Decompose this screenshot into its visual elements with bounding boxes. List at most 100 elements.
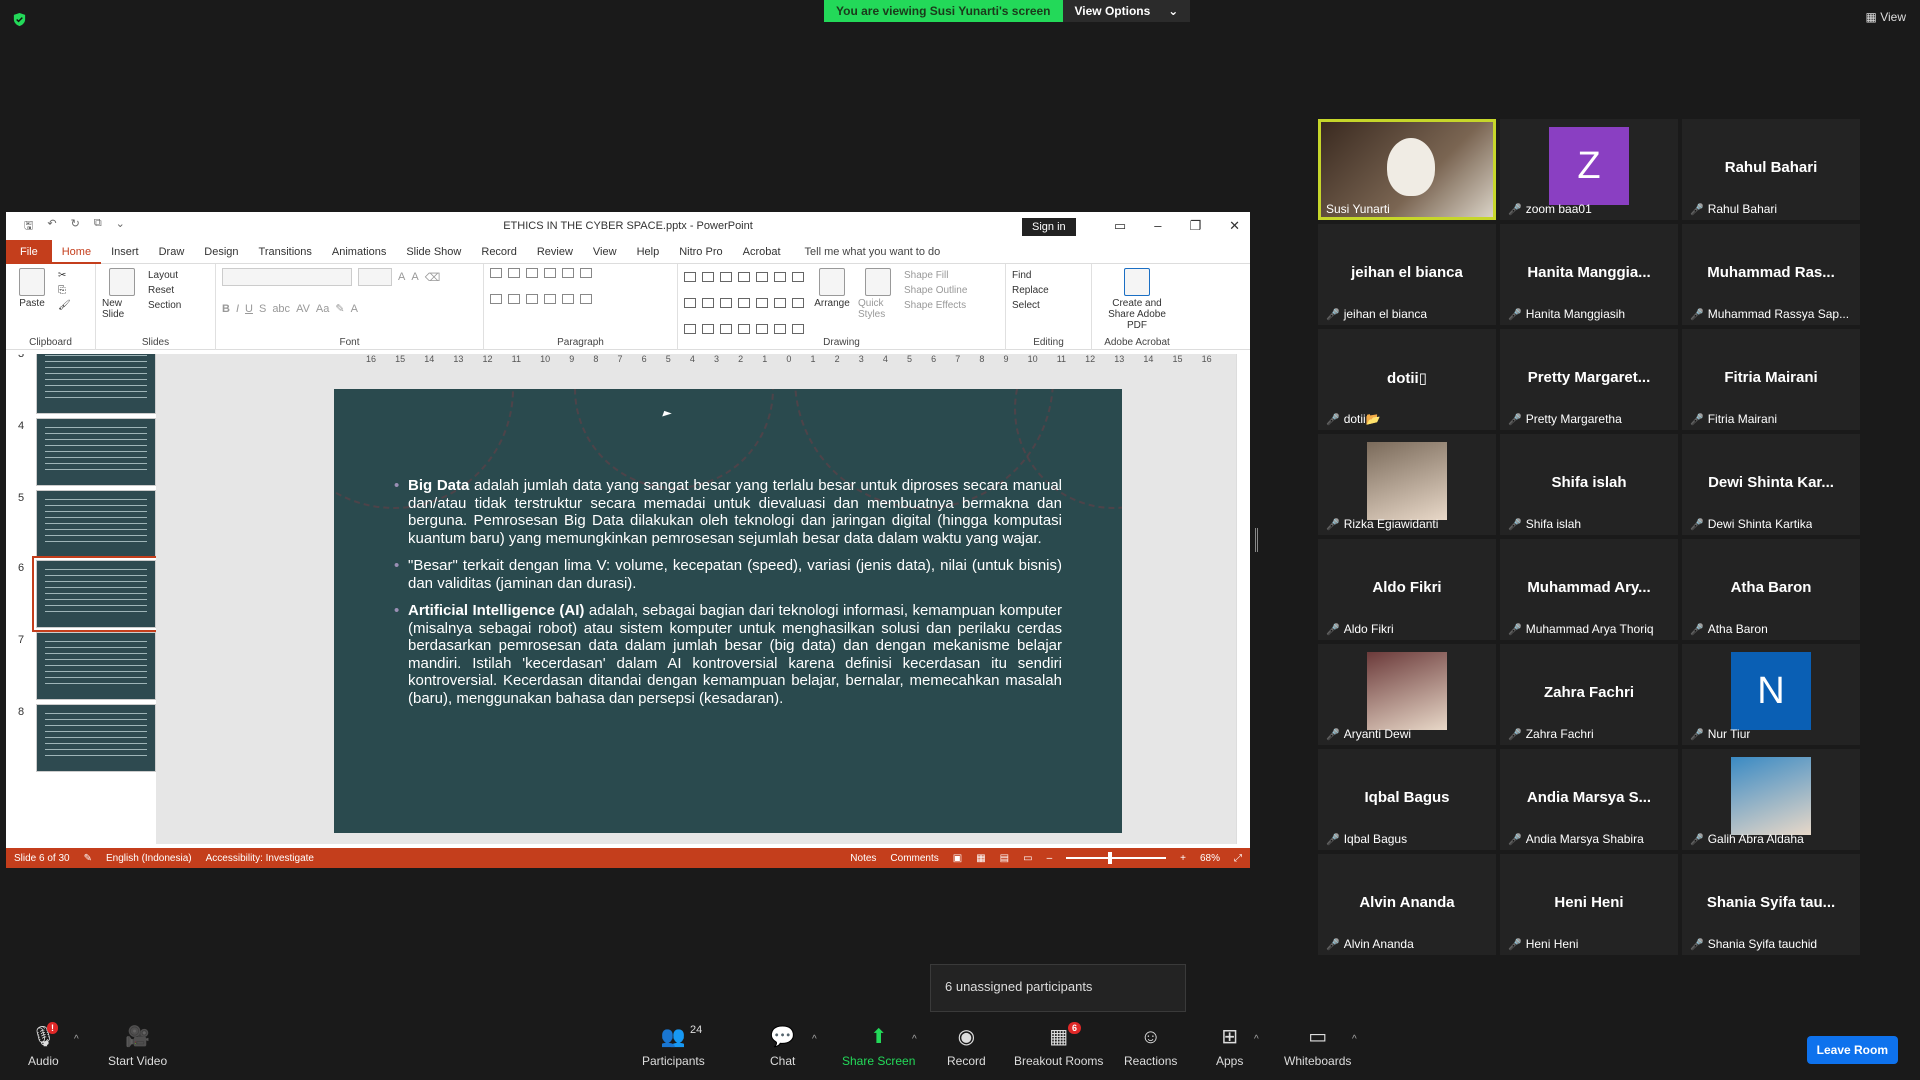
participant-tile[interactable]: Z 🎤 zoom baa01 — [1500, 119, 1678, 220]
tab-acrobat[interactable]: Acrobat — [733, 240, 791, 264]
participant-tile[interactable]: 🎤 Aryanti Dewi — [1318, 644, 1496, 745]
bold-icon[interactable]: B — [222, 303, 230, 315]
participant-tile[interactable]: Andia Marsya S... 🎤 Andia Marsya Shabira — [1500, 749, 1678, 850]
slide-thumbnail[interactable] — [36, 490, 156, 558]
sign-in-button[interactable]: Sign in — [1022, 218, 1076, 236]
start-video-button[interactable]: 🎥 Start Video — [108, 1026, 167, 1068]
tab-view[interactable]: View — [583, 240, 627, 264]
paste-button[interactable]: Paste — [12, 268, 52, 346]
tab-nitro-pro[interactable]: Nitro Pro — [669, 240, 732, 264]
numbering-icon[interactable] — [508, 268, 520, 278]
layout-button[interactable]: Layout — [148, 270, 181, 281]
align-right-icon[interactable] — [526, 294, 538, 304]
justify-icon[interactable] — [544, 294, 556, 304]
strikethrough-icon[interactable]: abc — [272, 303, 290, 315]
comments-button[interactable]: Comments — [890, 853, 938, 864]
font-color-icon[interactable]: A — [351, 303, 358, 315]
tab-review[interactable]: Review — [527, 240, 583, 264]
participant-tile[interactable]: Alvin Ananda 🎤 Alvin Ananda — [1318, 854, 1496, 955]
shape-effects-button[interactable]: Shape Effects — [904, 300, 967, 311]
new-slide-button[interactable]: New Slide — [102, 268, 142, 346]
increase-indent-icon[interactable] — [544, 268, 556, 278]
slide-thumbnail[interactable] — [36, 704, 156, 772]
highlight-icon[interactable]: ✎ — [335, 302, 344, 315]
accessibility-indicator[interactable]: Accessibility: Investigate — [206, 853, 314, 864]
participant-tile[interactable]: Dewi Shinta Kar... 🎤 Dewi Shinta Kartika — [1682, 434, 1860, 535]
participant-tile[interactable]: jeihan el bianca 🎤 jeihan el bianca — [1318, 224, 1496, 325]
participant-tile[interactable]: Iqbal Bagus 🎤 Iqbal Bagus — [1318, 749, 1496, 850]
participant-tile[interactable]: Rahul Bahari 🎤 Rahul Bahari — [1682, 119, 1860, 220]
vertical-scrollbar[interactable] — [1236, 354, 1250, 844]
reading-view-icon[interactable]: ▤ — [1000, 853, 1009, 864]
chat-button[interactable]: 💬 Chat — [770, 1026, 795, 1068]
participant-tile[interactable]: Fitria Mairani 🎤 Fitria Mairani — [1682, 329, 1860, 430]
slideshow-icon[interactable]: ▭ — [1023, 853, 1032, 864]
breakout-rooms-button[interactable]: ▦ Breakout Rooms — [1014, 1026, 1103, 1068]
tab-record[interactable]: Record — [471, 240, 526, 264]
zoom-level[interactable]: 68% — [1200, 853, 1220, 864]
format-painter-icon[interactable]: 🖌 — [58, 300, 71, 311]
reactions-button[interactable]: ☺ Reactions — [1124, 1026, 1177, 1068]
tab-slide-show[interactable]: Slide Show — [396, 240, 471, 264]
create-share-pdf-button[interactable]: Create and Share Adobe PDF — [1098, 268, 1176, 346]
tab-animations[interactable]: Animations — [322, 240, 396, 264]
participant-tile[interactable]: Shania Syifa tau... 🎤 Shania Syifa tauchid — [1682, 854, 1860, 955]
participant-tile[interactable]: Pretty Margaret... 🎤 Pretty Margaretha — [1500, 329, 1678, 430]
shapes-gallery[interactable] — [684, 268, 806, 346]
split-handle[interactable] — [1255, 528, 1258, 552]
record-button[interactable]: ◉ Record — [947, 1026, 986, 1068]
notes-button[interactable]: Notes — [850, 853, 876, 864]
font-name-input[interactable] — [222, 268, 352, 286]
participant-tile[interactable]: Susi Yunarti — [1318, 119, 1496, 220]
font-shrink-icon[interactable]: A — [411, 271, 418, 283]
slide-thumbnail[interactable] — [36, 418, 156, 486]
close-icon[interactable]: ✕ — [1229, 218, 1240, 234]
select-button[interactable]: Select — [1012, 300, 1049, 311]
underline-icon[interactable]: U — [245, 303, 253, 315]
share-options-caret[interactable]: ^ — [912, 1034, 917, 1045]
participant-tile[interactable]: Shifa islah 🎤 Shifa islah — [1500, 434, 1678, 535]
arrange-button[interactable]: Arrange — [812, 268, 852, 346]
minimize-icon[interactable]: – — [1154, 218, 1161, 234]
tab-help[interactable]: Help — [627, 240, 670, 264]
tab-transitions[interactable]: Transitions — [249, 240, 322, 264]
audio-options-caret[interactable]: ^ — [74, 1034, 79, 1045]
line-spacing-icon[interactable] — [562, 268, 574, 278]
restore-icon[interactable]: ❐ — [1189, 218, 1201, 234]
participant-tile[interactable]: N 🎤 Nur Tiur — [1682, 644, 1860, 745]
whiteboards-options-caret[interactable]: ^ — [1352, 1034, 1357, 1045]
align-left-icon[interactable] — [490, 294, 502, 304]
change-case-icon[interactable]: Aa — [316, 303, 329, 315]
tab-draw[interactable]: Draw — [149, 240, 195, 264]
fit-to-window-icon[interactable]: ⤢ — [1234, 853, 1242, 864]
participant-tile[interactable]: Hanita Manggia... 🎤 Hanita Manggiasih — [1500, 224, 1678, 325]
copy-icon[interactable]: ⎘ — [58, 285, 71, 296]
columns-icon[interactable] — [562, 294, 574, 304]
section-button[interactable]: Section — [148, 300, 181, 311]
apps-button[interactable]: ⊞ Apps — [1216, 1026, 1243, 1068]
participant-tile[interactable]: Heni Heni 🎤 Heni Heni — [1500, 854, 1678, 955]
participant-tile[interactable]: 🎤 Galih Abra Aldaha — [1682, 749, 1860, 850]
normal-view-icon[interactable]: ▣ — [953, 853, 962, 864]
slide-thumbnail[interactable] — [32, 556, 156, 632]
participant-tile[interactable]: Muhammad Ras... 🎤 Muhammad Rassya Sap... — [1682, 224, 1860, 325]
language-indicator[interactable]: English (Indonesia) — [106, 853, 192, 864]
zoom-slider[interactable] — [1066, 852, 1167, 864]
align-center-icon[interactable] — [508, 294, 520, 304]
view-options-button[interactable]: View Options ⌄ — [1062, 0, 1191, 22]
tab-home[interactable]: Home — [51, 240, 102, 264]
shield-icon[interactable] — [12, 12, 27, 27]
tab-insert[interactable]: Insert — [101, 240, 149, 264]
view-button[interactable]: ▦ View — [1866, 10, 1906, 24]
current-slide[interactable]: Big Data adalah jumlah data yang sangat … — [334, 389, 1122, 833]
participant-tile[interactable]: dotii▯ 🎤 dotii📂 — [1318, 329, 1496, 430]
decrease-indent-icon[interactable] — [526, 268, 538, 278]
shadow-icon[interactable]: S — [259, 303, 266, 315]
zoom-out-icon[interactable]: – — [1047, 853, 1053, 864]
ribbon-display-icon[interactable]: ▭ — [1114, 218, 1126, 234]
participant-tile[interactable]: Atha Baron 🎤 Atha Baron — [1682, 539, 1860, 640]
spacing-icon[interactable]: AV — [296, 303, 310, 315]
slide-thumbnail[interactable] — [36, 354, 156, 414]
tell-me-search[interactable]: Tell me what you want to do — [805, 246, 941, 258]
apps-options-caret[interactable]: ^ — [1254, 1034, 1259, 1045]
